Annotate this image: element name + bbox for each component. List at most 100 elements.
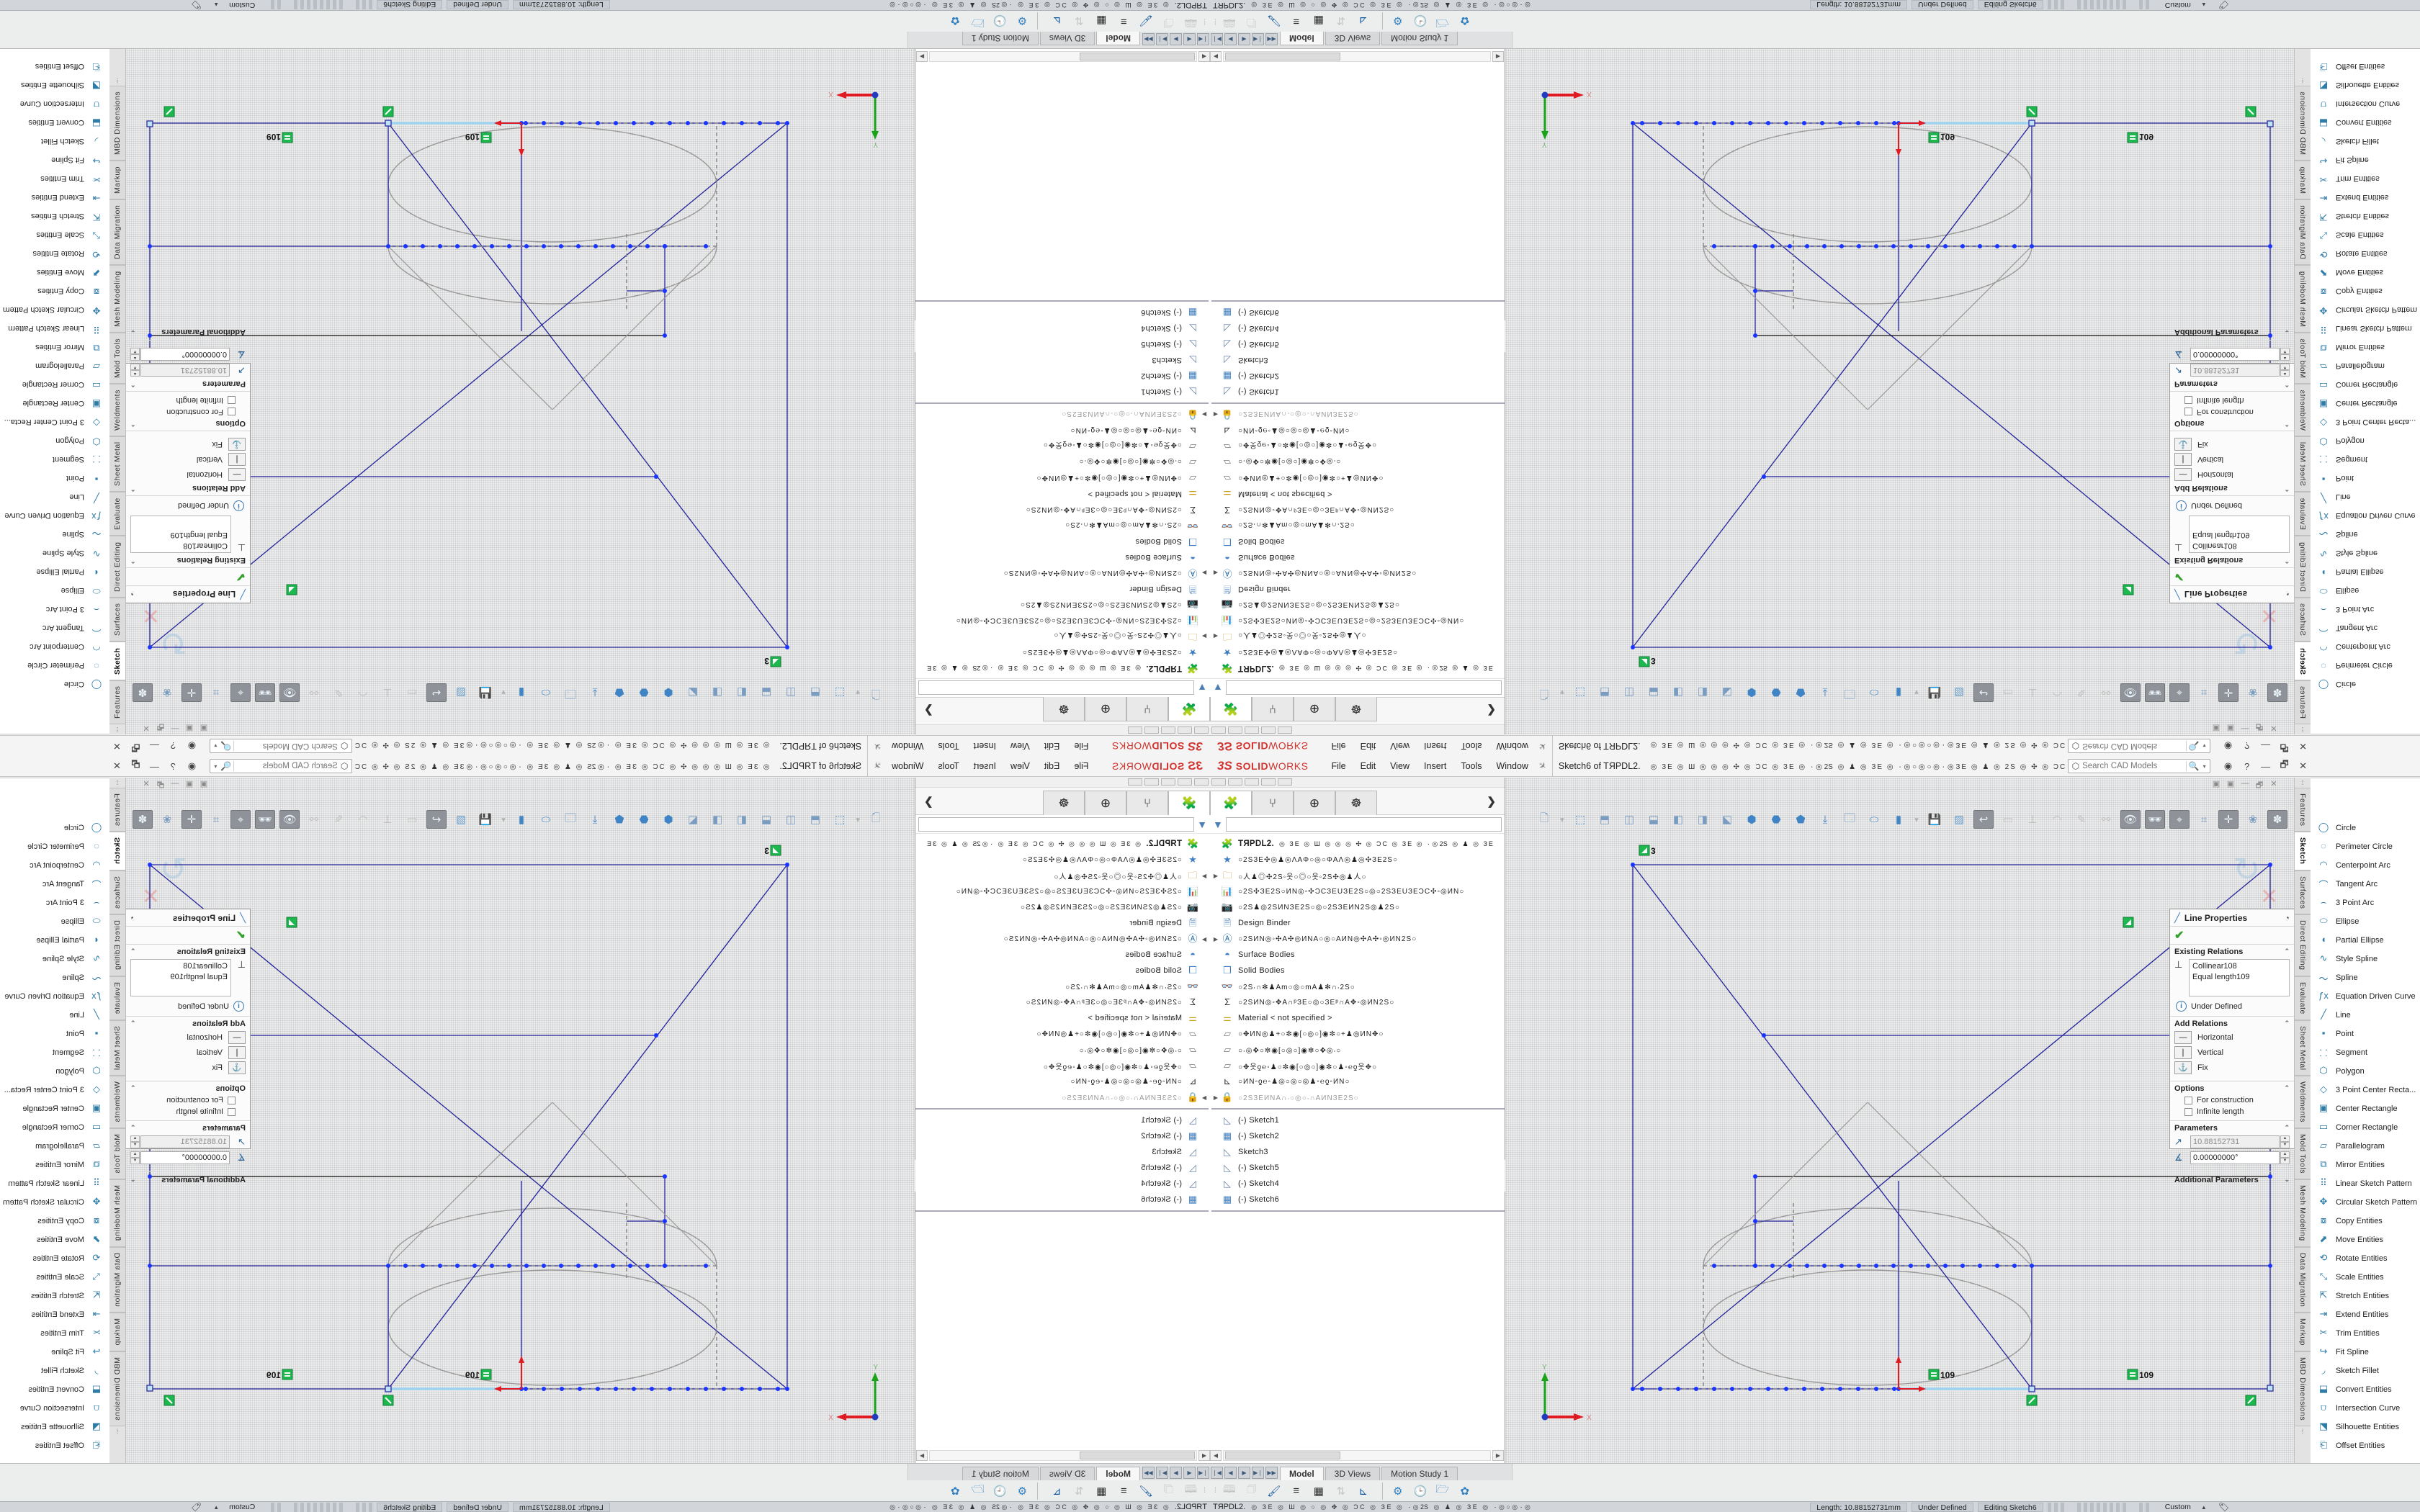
bottom-tool-icon[interactable]: ✿ xyxy=(946,1482,964,1500)
tree-row[interactable]: ▱ ○✥ИN◎♟+○✼◉[○◎○]◉✼○+♟◎ИN✥○ xyxy=(915,1026,1209,1042)
palette-tool[interactable]: ✥ Circular Sketch Pattern xyxy=(0,1193,109,1212)
tree-row[interactable]: ▶ 🔒 ○2SЗЕИNA∩⸳○◎○⸳∩AИNЗЕ2S○ xyxy=(915,407,1209,423)
palette-tool[interactable]: ∿ Style Spline xyxy=(0,950,109,968)
palette-tool[interactable]: ⠿ Linear Sketch Pattern xyxy=(0,319,109,338)
sketch-row[interactable]: ▦ (-) Sketch2 xyxy=(915,1128,1209,1144)
palette-tool[interactable]: ⬭ Ellipse xyxy=(2311,912,2420,931)
tree-filter-input[interactable] xyxy=(1226,681,1502,696)
bottom-tool-icon[interactable]: 🕮 xyxy=(1181,13,1200,30)
palette-tool[interactable]: ◌ Perimeter Circle xyxy=(2311,837,2420,856)
palette-tool[interactable]: ◠ Centerpoint Arc xyxy=(0,637,109,656)
command-tab[interactable]: Surfaces xyxy=(2295,598,2311,642)
sketch-row[interactable]: ◺ Sketch3 xyxy=(1211,1144,1505,1160)
bottom-tool-icon[interactable]: ⊾ xyxy=(1047,13,1066,30)
palette-tool[interactable]: ✂ Trim Entities xyxy=(2311,1324,2420,1343)
command-tab[interactable]: Mold Tools xyxy=(109,1128,125,1179)
expand-icon[interactable]: ⌄ xyxy=(130,328,136,336)
palette-tool[interactable]: ⇥ Extend Entities xyxy=(0,1305,109,1324)
palette-tool[interactable]: ✥ Circular Sketch Pattern xyxy=(2311,300,2420,319)
scroll-track[interactable] xyxy=(1223,51,1491,62)
expand-arrow[interactable]: ▶ xyxy=(1200,873,1209,879)
bottom-tool-icon[interactable] xyxy=(1382,13,1383,30)
relation-button-row[interactable]: ⚓Fix xyxy=(130,1061,246,1074)
featuremanager-tab[interactable]: 🧩 xyxy=(1168,791,1210,815)
tab-nav-button[interactable]: ❘◀ xyxy=(1197,33,1209,45)
relation-button-row[interactable]: —Horizontal xyxy=(130,468,246,481)
relation-button-icon[interactable]: ⚓ xyxy=(2174,1061,2192,1074)
relation-item[interactable]: Collinear108 xyxy=(134,540,228,551)
command-tab[interactable]: Mesh Modeling xyxy=(2295,1179,2311,1247)
palette-tool[interactable]: ⌢ 3 Point Arc xyxy=(0,894,109,912)
command-tab[interactable]: MBD Dimensions xyxy=(109,86,125,161)
relation-button-row[interactable]: ❘Vertical xyxy=(2174,1046,2290,1059)
command-tab[interactable]: Features xyxy=(109,788,125,832)
mini-toolbar-button[interactable] xyxy=(1278,778,1292,786)
expand-arrow[interactable]: ▶ xyxy=(1211,1094,1220,1101)
collapse-icon[interactable]: ⌃ xyxy=(2284,1084,2290,1093)
document-tab[interactable]: Motion Study 1 xyxy=(962,32,1039,45)
tree-splitter[interactable] xyxy=(915,300,1209,302)
window-button[interactable]: ? xyxy=(2238,741,2257,752)
spinner[interactable]: ▲▼ xyxy=(130,348,140,361)
checkbox[interactable] xyxy=(2184,1097,2192,1104)
command-tab[interactable]: Sketch xyxy=(109,642,125,680)
search-input[interactable] xyxy=(2082,742,2186,750)
document-tab[interactable]: Motion Study 1 xyxy=(962,1467,1039,1480)
parameter-input[interactable]: 0.00000000° xyxy=(140,348,230,361)
palette-tool[interactable]: ▱ Parallelogram xyxy=(0,1137,109,1156)
tree-row[interactable]: 📷 ○2S♟◎2SИNЗЕ2S○◎○2SЗЕИN2S◎♟2S○ xyxy=(915,597,1209,613)
document-tab[interactable]: 3D Views xyxy=(1325,1467,1380,1480)
tab-nav-button[interactable]: ▶❘ xyxy=(1252,1467,1264,1479)
featuremanager-tab[interactable]: ⊕ xyxy=(1294,697,1335,721)
bottom-tool-icon[interactable]: 🗇 xyxy=(1159,13,1178,30)
command-tab[interactable]: MBD Dimensions xyxy=(109,1351,125,1426)
palette-tool[interactable]: ⬓ Convert Entities xyxy=(2311,1380,2420,1399)
search-input[interactable] xyxy=(234,762,338,770)
palette-tool[interactable]: ⸬ Segment xyxy=(0,1043,109,1062)
palette-tool[interactable]: ▣ Center Rectangle xyxy=(0,1099,109,1118)
search-box[interactable]: ⬡ 🔍 ▾ xyxy=(210,739,352,753)
bottom-tool-icon[interactable]: 🗇 xyxy=(1159,1482,1178,1500)
tree-row[interactable]: Σ ○2SИN◎◦✥A∩ᵖЗЕ○◎○ЗЕᵖ∩A✥◦◎ИN2S○ xyxy=(1211,994,1505,1010)
command-tab[interactable]: Weldments xyxy=(2295,1076,2311,1128)
tree-row[interactable]: ▱ ○✥ИN◎♟+○✼◉[○◎○]◉✼○+♟◎ИN✥○ xyxy=(1211,1026,1505,1042)
command-tab[interactable]: Data Migration xyxy=(2295,199,2311,265)
spinner[interactable]: ▲▼ xyxy=(130,1135,140,1148)
palette-tool[interactable]: ⌢ 3 Point Arc xyxy=(2311,600,2420,618)
window-button[interactable]: ◉ xyxy=(2219,740,2238,752)
palette-tool[interactable]: ◖ Partial Ellipse xyxy=(2311,931,2420,950)
palette-tool[interactable]: ⌒ Tangent Arc xyxy=(2311,875,2420,894)
tree-row[interactable]: ⊾ ○ИN◦ƍ℮◦♟◎○◎○◎♟◦℮ƍ◦ИN○ xyxy=(1211,423,1505,438)
window-button[interactable]: — xyxy=(145,741,163,752)
palette-tool[interactable]: ⩌ Intersection Curve xyxy=(2311,1399,2420,1418)
menu-item[interactable]: Insert xyxy=(967,736,1003,757)
bottom-tool-icon[interactable]: 🕒 xyxy=(990,13,1009,30)
palette-tool[interactable]: ▣ Center Rectangle xyxy=(2311,394,2420,413)
window-button[interactable]: ✕ xyxy=(2294,760,2313,772)
palette-tool[interactable]: ✥ Circular Sketch Pattern xyxy=(0,300,109,319)
expand-arrow[interactable]: ▶ xyxy=(1211,634,1220,640)
search-box[interactable]: ⬡ 🔍 ▾ xyxy=(2068,759,2210,773)
mini-toolbar-button[interactable] xyxy=(1161,726,1175,734)
tab-nav-button[interactable]: ❘◀ xyxy=(1197,1467,1209,1479)
expand-arrow[interactable]: ▶ xyxy=(1211,412,1220,418)
flyout-expand-icon[interactable]: ❯ xyxy=(924,795,933,808)
palette-tool[interactable]: ⬡ Polygon xyxy=(0,1062,109,1081)
mini-toolbar-button[interactable] xyxy=(1178,778,1192,786)
tab-nav-button[interactable]: ❘◀ xyxy=(1211,33,1223,45)
mini-toolbar-button[interactable] xyxy=(1194,726,1209,734)
tree-row[interactable]: ▱ ○⸳◎✥○✼◉[○◎○]◉✼○✥◎⸳○ xyxy=(915,1042,1209,1058)
palette-tool[interactable]: ⟲ Rotate Entities xyxy=(2311,1249,2420,1268)
bottom-tool-icon[interactable]: ⊾ xyxy=(1047,1482,1066,1500)
tree-row[interactable]: ⚌ Material < not specified > xyxy=(1211,1010,1505,1026)
tree-row[interactable]: 📷 ○2S♟◎2SИNЗЕ2S○◎○2SЗЕИN2S◎♟2S○ xyxy=(1211,597,1505,613)
tree-row[interactable]: ▱ ○⸳◎✥○✼◉[○◎○]◉✼○✥◎⸳○ xyxy=(1211,1042,1505,1058)
menu-item[interactable]: Window xyxy=(884,736,931,757)
tree-row[interactable]: ▱ ○✥ИN◎♟+○✼◉[○◎○]◉✼○+♟◎ИN✥○ xyxy=(1211,470,1505,486)
option-row[interactable]: Infinite length xyxy=(2184,396,2290,405)
tab-nav-button[interactable]: ▶▶ xyxy=(1142,33,1155,45)
command-tab[interactable]: Features xyxy=(109,680,125,724)
relation-button-icon[interactable]: — xyxy=(2174,1031,2192,1044)
command-tab[interactable]: Evaluate xyxy=(109,492,125,536)
command-tab[interactable]: Mesh Modeling xyxy=(109,1179,125,1247)
